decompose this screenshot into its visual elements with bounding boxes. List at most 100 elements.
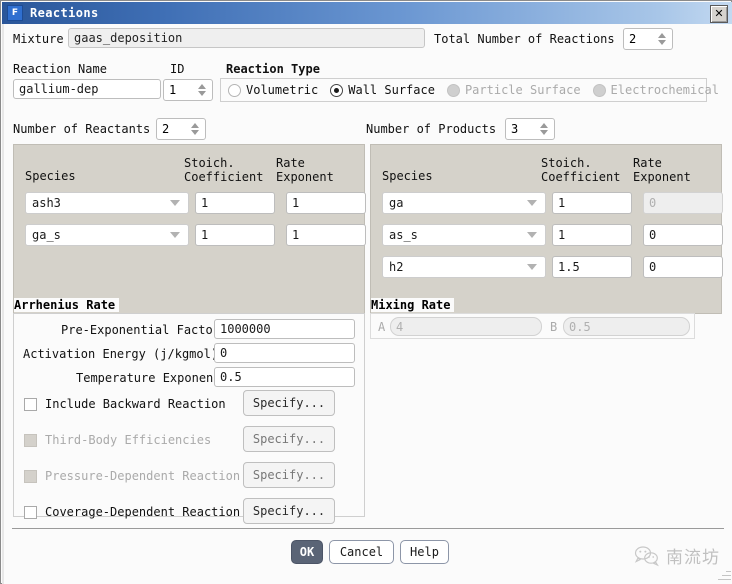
coverage-dependent-reaction-checkbox[interactable]: Coverage-Dependent Reaction <box>24 505 240 519</box>
total-reactions-label: Total Number of Reactions <box>434 32 615 46</box>
reaction-type-radios: Volumetric Wall Surface Particle Surface… <box>228 80 731 100</box>
reaction-name-input[interactable] <box>13 79 161 99</box>
window-title: Reactions <box>30 6 99 20</box>
chevron-down-icon[interactable] <box>527 200 537 206</box>
products-count-stepper[interactable]: 3 <box>505 118 555 140</box>
radio-icon[interactable] <box>447 84 460 97</box>
specify-third-body-button[interactable]: Specify... <box>243 426 335 452</box>
include-backward-reaction-label: Include Backward Reaction <box>45 397 226 411</box>
close-icon[interactable]: ✕ <box>710 5 728 23</box>
reaction-id-stepper[interactable]: 1 <box>163 79 213 101</box>
products-header-stoich-l1: Stoich. <box>541 156 592 170</box>
third-body-efficiencies-checkbox[interactable]: Third-Body Efficiencies <box>24 433 211 447</box>
pre-exponential-input[interactable] <box>214 319 355 339</box>
products-header-rate-l1: Rate <box>633 156 662 170</box>
temperature-exponent-input[interactable] <box>214 367 355 387</box>
dialog-body: Mixture Total Number of Reactions 2 Reac… <box>2 24 732 584</box>
checkbox-icon[interactable] <box>24 434 37 447</box>
mixing-b-input <box>563 317 690 336</box>
chevron-down-icon[interactable] <box>527 264 537 270</box>
product-rate-input-2[interactable] <box>643 256 723 278</box>
radio-wall-surface[interactable]: Wall Surface <box>330 83 435 97</box>
third-body-efficiencies-label: Third-Body Efficiencies <box>45 433 211 447</box>
chevron-down-icon[interactable] <box>540 130 548 135</box>
reactants-panel: Species Stoich. Coefficient Rate Exponen… <box>13 144 365 314</box>
reactant-species-value-0: ash3 <box>26 196 170 210</box>
reactant-stoich-input-0[interactable] <box>195 192 275 214</box>
chevron-down-icon[interactable] <box>191 130 199 135</box>
product-rate-input-0 <box>643 192 723 214</box>
chevron-up-icon[interactable] <box>540 123 548 128</box>
watermark: 南流坊 <box>634 543 720 568</box>
watermark-text: 南流坊 <box>666 543 720 568</box>
products-panel: Species Stoich. Coefficient Rate Exponen… <box>370 144 722 314</box>
radio-particle-surface[interactable]: Particle Surface <box>447 83 581 97</box>
reactant-stoich-input-1[interactable] <box>195 224 275 246</box>
help-button[interactable]: Help <box>400 540 449 564</box>
stepper-arrows[interactable] <box>655 33 669 45</box>
cancel-button[interactable]: Cancel <box>329 540 394 564</box>
checkbox-icon[interactable] <box>24 470 37 483</box>
reactant-species-select-1[interactable]: ga_s <box>25 224 189 246</box>
radio-volumetric-label: Volumetric <box>246 83 318 97</box>
product-stoich-input-1[interactable] <box>552 224 632 246</box>
reactants-count-stepper[interactable]: 2 <box>156 118 206 140</box>
chevron-down-icon[interactable] <box>198 91 206 96</box>
mixing-group: A B <box>370 313 695 339</box>
specify-coverage-dependent-button[interactable]: Specify... <box>243 498 335 524</box>
product-stoich-input-0[interactable] <box>552 192 632 214</box>
chevron-down-icon[interactable] <box>170 232 180 238</box>
radio-electrochemical-label: Electrochemical <box>611 83 719 97</box>
chevron-up-icon[interactable] <box>658 33 666 38</box>
checkbox-icon[interactable] <box>24 506 37 519</box>
checkbox-icon[interactable] <box>24 398 37 411</box>
reactant-rate-input-0[interactable] <box>286 192 366 214</box>
reactant-rate-input-1[interactable] <box>286 224 366 246</box>
reactants-count-label: Number of Reactants <box>13 122 150 136</box>
reaction-id-label: ID <box>170 62 184 76</box>
product-stoich-input-2[interactable] <box>552 256 632 278</box>
activation-energy-input[interactable] <box>214 343 355 363</box>
reaction-name-label: Reaction Name <box>13 62 107 76</box>
radio-volumetric[interactable]: Volumetric <box>228 83 318 97</box>
chevron-down-icon[interactable] <box>527 232 537 238</box>
chevron-down-icon[interactable] <box>658 40 666 45</box>
specify-backward-button[interactable]: Specify... <box>243 390 335 416</box>
product-species-select-0[interactable]: ga <box>382 192 546 214</box>
ok-button[interactable]: OK <box>291 540 323 564</box>
specify-pressure-dependent-button[interactable]: Specify... <box>243 462 335 488</box>
reactants-header-stoich-l2: Coefficient <box>184 170 263 184</box>
products-header-rate-l2: Exponent <box>633 170 691 184</box>
radio-icon[interactable] <box>330 84 343 97</box>
total-reactions-stepper[interactable]: 2 <box>623 28 673 50</box>
reaction-id-value: 1 <box>164 83 195 97</box>
chevron-down-icon[interactable] <box>170 200 180 206</box>
reactants-header-species: Species <box>25 169 76 183</box>
reactions-dialog: F Reactions ✕ Mixture Total Number of Re… <box>0 0 732 584</box>
mixing-a-input <box>390 317 542 336</box>
mixture-field[interactable] <box>68 28 425 48</box>
radio-icon[interactable] <box>593 84 606 97</box>
product-species-select-2[interactable]: h2 <box>382 256 546 278</box>
mixing-group-title: Mixing Rate <box>371 298 454 312</box>
coverage-dependent-reaction-label: Coverage-Dependent Reaction <box>45 505 240 519</box>
activation-energy-label: Activation Energy (j/kgmol) <box>23 347 218 361</box>
reactants-header-stoich-l1: Stoich. <box>184 156 235 170</box>
radio-icon[interactable] <box>228 84 241 97</box>
stepper-arrows[interactable] <box>188 123 202 135</box>
arrhenius-group-title: Arrhenius Rate <box>14 298 119 312</box>
stepper-arrows[interactable] <box>537 123 551 135</box>
total-reactions-value: 2 <box>624 32 655 46</box>
resize-grip[interactable] <box>717 567 731 581</box>
reactant-species-value-1: ga_s <box>26 228 170 242</box>
chevron-up-icon[interactable] <box>191 123 199 128</box>
stepper-arrows[interactable] <box>195 84 209 96</box>
chevron-up-icon[interactable] <box>198 84 206 89</box>
product-species-select-1[interactable]: as_s <box>382 224 546 246</box>
product-species-value-1: as_s <box>383 228 527 242</box>
include-backward-reaction-checkbox[interactable]: Include Backward Reaction <box>24 397 226 411</box>
reactant-species-select-0[interactable]: ash3 <box>25 192 189 214</box>
product-rate-input-1[interactable] <box>643 224 723 246</box>
radio-electrochemical[interactable]: Electrochemical <box>593 83 719 97</box>
pressure-dependent-reaction-checkbox[interactable]: Pressure-Dependent Reaction <box>24 469 240 483</box>
